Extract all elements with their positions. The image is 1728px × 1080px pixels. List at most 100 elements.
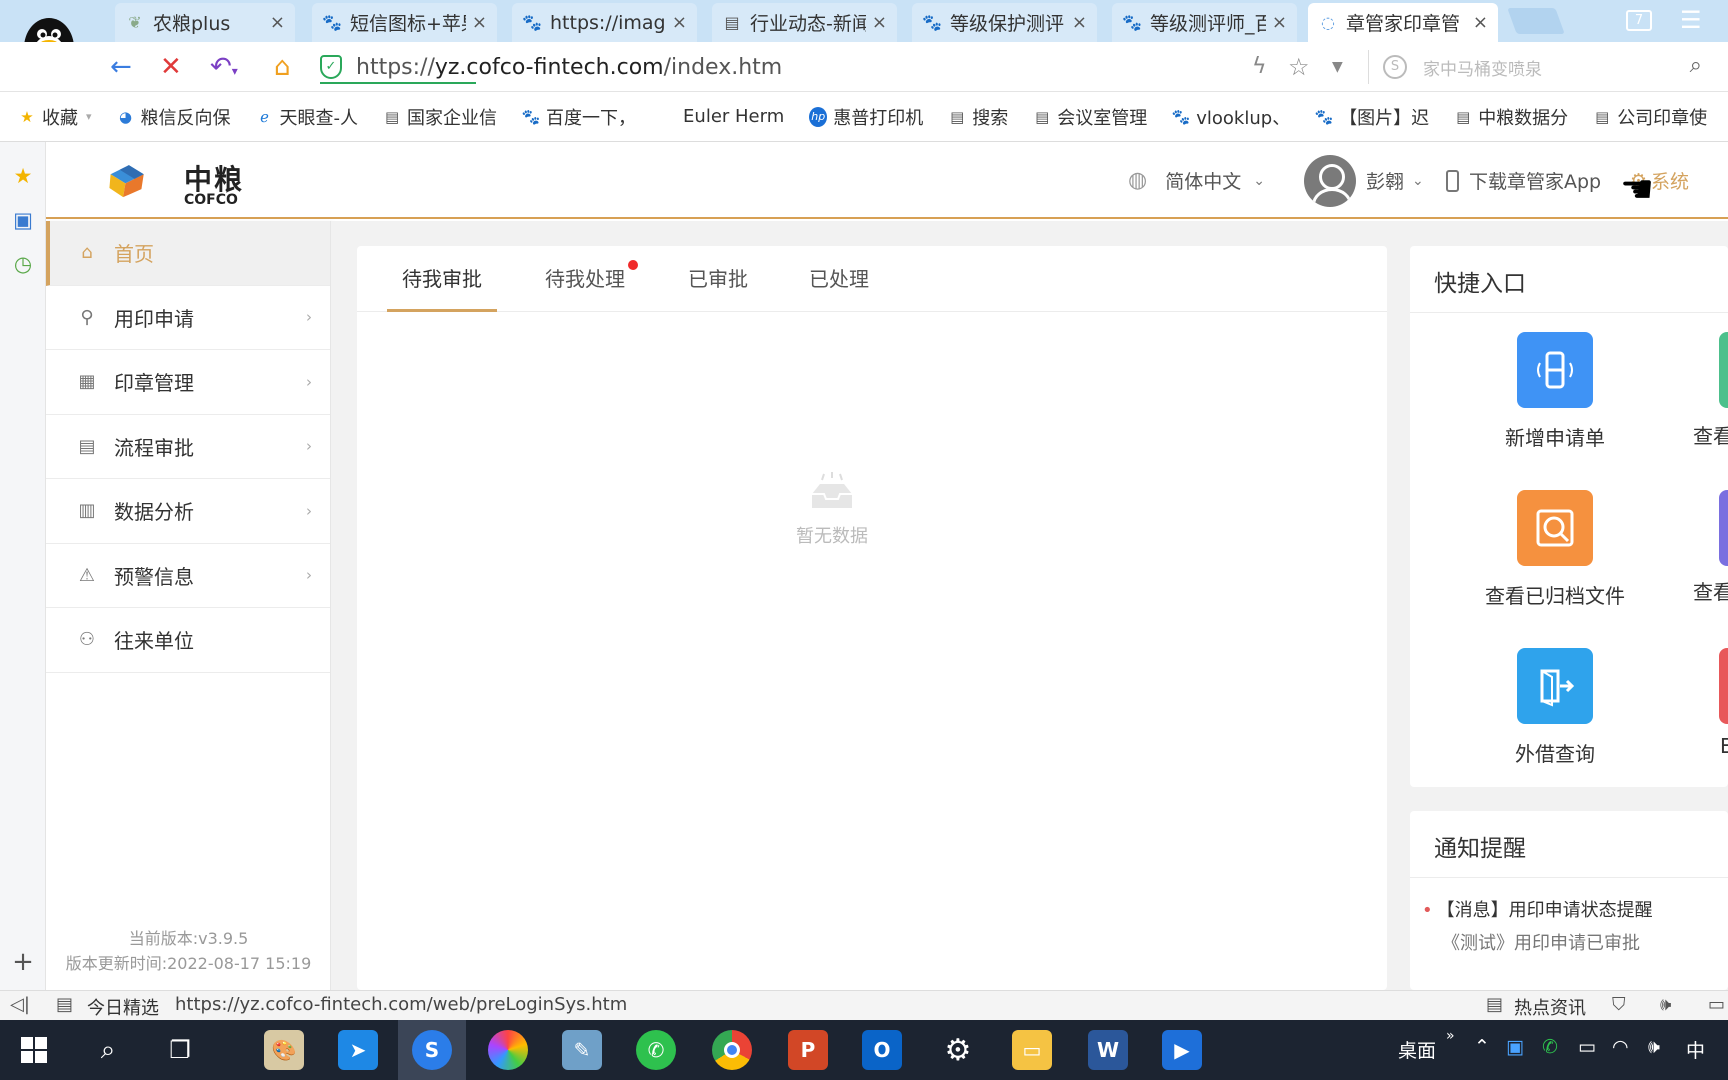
- quick-archived-files[interactable]: 查看已归档文件: [1475, 490, 1635, 609]
- stop-icon[interactable]: ✕: [160, 50, 182, 84]
- star-icon[interactable]: ★: [11, 164, 35, 188]
- word-app-icon[interactable]: W: [1088, 1030, 1128, 1070]
- quick-peek-label[interactable]: 查看: [1693, 420, 1728, 449]
- browser-tab-5[interactable]: 🐾 等级保护测评 ×: [912, 3, 1097, 42]
- bookmark-item[interactable]: ▤ 国家企业信: [383, 104, 497, 130]
- new-tab-button[interactable]: [1507, 8, 1565, 34]
- settings-gear-icon[interactable]: ⚙: [938, 1030, 978, 1070]
- feishu-app-icon[interactable]: ➤: [338, 1030, 378, 1070]
- hot-news-link[interactable]: 热点资讯: [1514, 994, 1586, 1020]
- user-menu[interactable]: 彭翱 ⌄: [1304, 142, 1424, 219]
- file-explorer-icon[interactable]: ▭: [1012, 1030, 1052, 1070]
- clock-icon[interactable]: ◷: [11, 252, 35, 276]
- bookmark-item[interactable]: ▤ 会议室管理: [1033, 104, 1147, 130]
- lightning-icon[interactable]: ϟ: [1252, 50, 1267, 84]
- wechat-tray-icon[interactable]: ✆: [1542, 1036, 1558, 1058]
- close-icon[interactable]: ×: [672, 12, 687, 33]
- window-icon[interactable]: ▭: [1708, 994, 1725, 1015]
- browser-tab-2[interactable]: 🐾 短信图标+苹果 ×: [312, 3, 497, 42]
- browser-tab-6[interactable]: 🐾 等级测评师_百 ×: [1112, 3, 1297, 42]
- quick-loan-query[interactable]: 外借查询: [1475, 648, 1635, 767]
- ime-indicator[interactable]: 中: [1686, 1036, 1705, 1063]
- speaker-icon[interactable]: 🕪: [1660, 994, 1671, 1015]
- close-icon[interactable]: ×: [872, 12, 887, 33]
- wifi-icon[interactable]: ◠: [1612, 1036, 1629, 1058]
- undo-icon[interactable]: ↶▾: [210, 50, 238, 88]
- download-app-link[interactable]: 下载章管家App: [1446, 142, 1601, 219]
- add-icon[interactable]: +: [11, 949, 35, 975]
- bookmark-item[interactable]: ◕ 粮信反向保: [117, 104, 231, 130]
- notification-item[interactable]: • 【消息】用印申请状态提醒: [1422, 896, 1653, 922]
- shield-icon[interactable]: ⛉: [1612, 994, 1626, 1015]
- tablet-icon[interactable]: ▣: [11, 208, 35, 232]
- browser-tab-4[interactable]: ▤ 行业动态-新闻 ×: [712, 3, 897, 42]
- wechat-app-icon[interactable]: ✆: [636, 1030, 676, 1070]
- bookmark-item[interactable]: ℯ 天眼查-人: [256, 104, 358, 130]
- sidebar-item-alerts[interactable]: ⚠ 预警信息 ›: [46, 544, 330, 608]
- volume-icon[interactable]: 🕪: [1648, 1036, 1660, 1058]
- bookmark-item[interactable]: 🐾 【图片】迟: [1315, 104, 1429, 130]
- quick-peek-icon[interactable]: [1719, 490, 1728, 566]
- bookmark-item[interactable]: 🐾 vlooklup、: [1172, 104, 1290, 130]
- chevron-up-icon[interactable]: ⌃: [1474, 1036, 1490, 1058]
- sogou-browser-icon[interactable]: S: [412, 1030, 452, 1070]
- search-icon[interactable]: ⌕: [88, 1030, 128, 1070]
- close-icon[interactable]: ×: [1473, 12, 1488, 33]
- sidebar-toggle-icon[interactable]: ◁|: [10, 994, 30, 1015]
- browser-tab-active[interactable]: ◌ 章管家印章管 ×: [1308, 3, 1498, 42]
- bookmark-item[interactable]: ▤ 搜索: [948, 104, 1008, 130]
- tab-approved[interactable]: 已审批: [688, 246, 748, 312]
- bookmark-favorites[interactable]: ★ 收藏 ▾: [18, 104, 91, 130]
- bookmark-item[interactable]: 🐾 百度一下，: [522, 104, 636, 130]
- bookmark-item[interactable]: Euler Herm: [683, 106, 784, 127]
- video-meeting-app-icon[interactable]: ▶: [1162, 1030, 1202, 1070]
- tab-pending-my-handling[interactable]: 待我处理: [545, 246, 625, 312]
- search-icon[interactable]: ⌕: [1690, 53, 1702, 78]
- task-view-icon[interactable]: ❐: [160, 1030, 200, 1070]
- chevron-down-icon[interactable]: ▼: [1332, 50, 1343, 84]
- color-picker-app-icon[interactable]: [488, 1030, 528, 1070]
- chrome-app-icon[interactable]: [712, 1030, 752, 1070]
- quick-peek-icon[interactable]: [1719, 332, 1728, 408]
- browser-tab-3[interactable]: 🐾 https://imag ×: [512, 3, 697, 42]
- battery-icon[interactable]: ▭: [1578, 1036, 1596, 1058]
- tab-handled[interactable]: 已处理: [809, 246, 869, 312]
- browser-tab-1[interactable]: ❦ 农粮plus ×: [115, 3, 295, 42]
- notepad-app-icon[interactable]: ✎: [562, 1030, 602, 1070]
- quick-new-application[interactable]: 新增申请单: [1475, 332, 1635, 451]
- sidebar-item-home[interactable]: ⌂ 首页: [46, 221, 330, 286]
- tab-pending-my-approval[interactable]: 待我审批: [387, 246, 497, 312]
- quick-peek-label[interactable]: 查看: [1693, 576, 1728, 605]
- paint-app-icon[interactable]: 🎨: [264, 1030, 304, 1070]
- windows-start-icon[interactable]: [14, 1030, 54, 1070]
- chevron-right-icon[interactable]: »: [1446, 1028, 1455, 1044]
- url-input[interactable]: ✓ https:// yz.cofco-fintech.com /index.h…: [320, 48, 1355, 86]
- bookmark-item[interactable]: hp 惠普打印机: [809, 104, 923, 130]
- desktop-label[interactable]: 桌面: [1398, 1036, 1436, 1063]
- star-icon[interactable]: ☆: [1288, 50, 1310, 84]
- close-icon[interactable]: ×: [472, 12, 487, 33]
- bookmark-item[interactable]: ▤ 中粮数据分: [1454, 104, 1568, 130]
- language-selector[interactable]: ◍ 简体中文 ⌄: [1128, 142, 1265, 219]
- close-icon[interactable]: ×: [1072, 12, 1087, 33]
- sidebar-item-analytics[interactable]: ▥ 数据分析 ›: [46, 479, 330, 544]
- powerpoint-app-icon[interactable]: P: [788, 1030, 828, 1070]
- sidebar-item-workflow[interactable]: ▤ 流程审批 ›: [46, 415, 330, 479]
- bookmark-item[interactable]: ▤ 公司印章使: [1593, 104, 1707, 130]
- outlook-app-icon[interactable]: O: [862, 1030, 902, 1070]
- home-icon[interactable]: ⌂: [274, 50, 291, 84]
- today-picks-link[interactable]: 今日精选: [87, 994, 159, 1020]
- search-input[interactable]: S 家中马桶变喷泉 ⌕: [1368, 50, 1708, 84]
- close-icon[interactable]: ×: [1272, 12, 1287, 33]
- sidebar-item-seal-management[interactable]: ▦ 印章管理 ›: [46, 350, 330, 415]
- sidebar-item-partners[interactable]: ⚇ 往来单位: [46, 608, 330, 673]
- notification-detail[interactable]: 《测试》用印申请已审批: [1442, 929, 1640, 955]
- menu-icon[interactable]: ☰: [1680, 6, 1702, 34]
- back-icon[interactable]: ←: [110, 50, 132, 84]
- close-icon[interactable]: ×: [270, 12, 285, 33]
- sidebar-item-seal-application[interactable]: ⚲ 用印申请 ›: [46, 286, 330, 350]
- quick-peek-icon[interactable]: [1719, 648, 1728, 724]
- tray-app-icon[interactable]: ▣: [1506, 1036, 1524, 1058]
- quick-peek-label[interactable]: E: [1720, 734, 1728, 758]
- tab-count-badge[interactable]: 7: [1626, 10, 1652, 31]
